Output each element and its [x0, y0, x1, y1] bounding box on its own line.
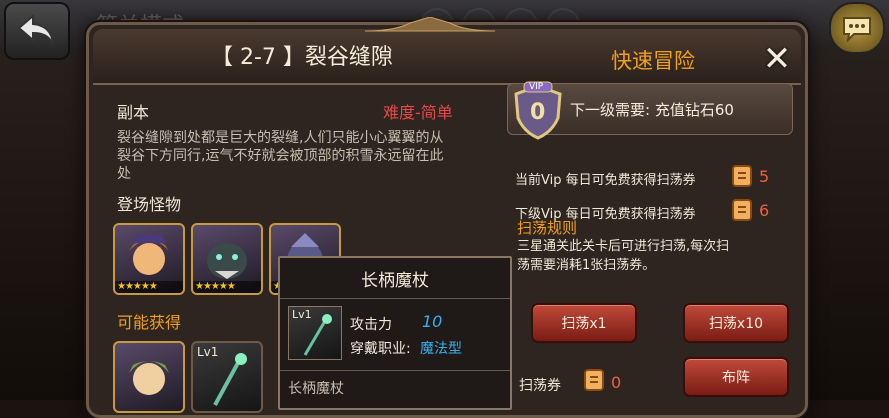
sweep-ticket-icon — [584, 369, 604, 391]
chat-bubble-icon — [843, 17, 871, 42]
dialog-header: 【 2-7 】裂谷缝隙 快速冒险 ✕ — [93, 17, 801, 85]
back-button[interactable] — [4, 2, 70, 60]
vip-badge-text: VIP — [529, 82, 544, 92]
dungeon-description: 裂谷缝隙到处都是巨大的裂缝,人们只能小心翼翼的从 裂谷下方同行,运气不好就会被顶… — [117, 130, 444, 182]
sweep-rule-box: 扫荡规则 三星通关此关卡后可进行扫荡,每次扫 荡需要消耗1张扫荡券。 — [507, 215, 793, 279]
quick-adventure-label: 快速冒险 — [611, 49, 695, 73]
sweep-x10-button[interactable]: 扫荡x10 — [683, 303, 789, 343]
item-tooltip: 长柄魔杖 Lv1 攻击力 10 穿戴职业: 魔法型 长柄魔杖 — [278, 256, 512, 410]
reward-portrait-icon — [129, 361, 169, 395]
tooltip-divider — [280, 370, 510, 371]
header-ornament-icon — [365, 17, 495, 32]
current-vip-label: 当前Vip 每日可免费获得扫荡券 — [515, 173, 696, 188]
monster-slot[interactable]: ★★★★★ — [191, 223, 263, 295]
reward-slot[interactable]: Lv1 — [191, 341, 263, 413]
reward-level: Lv1 — [197, 345, 219, 359]
star-rating: ★★★★★ — [115, 281, 183, 293]
monsters-label: 登场怪物 — [117, 195, 182, 214]
close-button[interactable]: ✕ — [757, 39, 797, 79]
chat-button[interactable] — [829, 2, 885, 54]
vip-next-requirement: 下一级需要: 充值钻石60 — [570, 101, 734, 119]
ticket-label: 扫荡券 — [519, 378, 561, 394]
rewards-label: 可能获得 — [117, 313, 182, 332]
monster-slot[interactable]: ★★★★★ — [113, 223, 185, 295]
back-arrow-icon — [17, 14, 54, 45]
close-icon: ✕ — [762, 39, 792, 79]
tooltip-item-icon: Lv1 — [288, 306, 342, 360]
vip-level: 0 — [530, 100, 546, 125]
sweep-ticket-icon — [732, 165, 752, 187]
attack-value: 10 — [422, 312, 443, 331]
tooltip-item-level: Lv1 — [292, 308, 312, 321]
job-label: 穿戴职业: — [350, 341, 411, 357]
difficulty-label: 难度-简单 — [383, 103, 453, 122]
tooltip-divider — [280, 298, 510, 299]
stage-title: 【 2-7 】裂谷缝隙 — [211, 45, 393, 70]
sweep-x1-button[interactable]: 扫荡x1 — [531, 303, 637, 343]
ticket-count: 0 — [611, 373, 622, 392]
sweep-rule-text: 三星通关此关卡后可进行扫荡,每次扫 荡需要消耗1张扫荡券。 — [517, 239, 730, 273]
vip-bar: VIP 0 下一级需要: 充值钻石60 — [507, 81, 793, 140]
job-value: 魔法型 — [420, 341, 462, 357]
attack-label: 攻击力 — [350, 317, 392, 333]
tooltip-title: 长柄魔杖 — [361, 271, 429, 291]
sweep-rule-title: 扫荡规则 — [517, 219, 578, 237]
current-vip-count: 5 — [759, 167, 770, 186]
dungeon-section-label: 副本 — [117, 103, 150, 122]
reward-slot[interactable] — [113, 341, 185, 413]
tooltip-item-name: 长柄魔杖 — [288, 381, 344, 397]
star-rating: ★★★★★ — [193, 281, 261, 293]
formation-button[interactable]: 布阵 — [683, 357, 789, 397]
